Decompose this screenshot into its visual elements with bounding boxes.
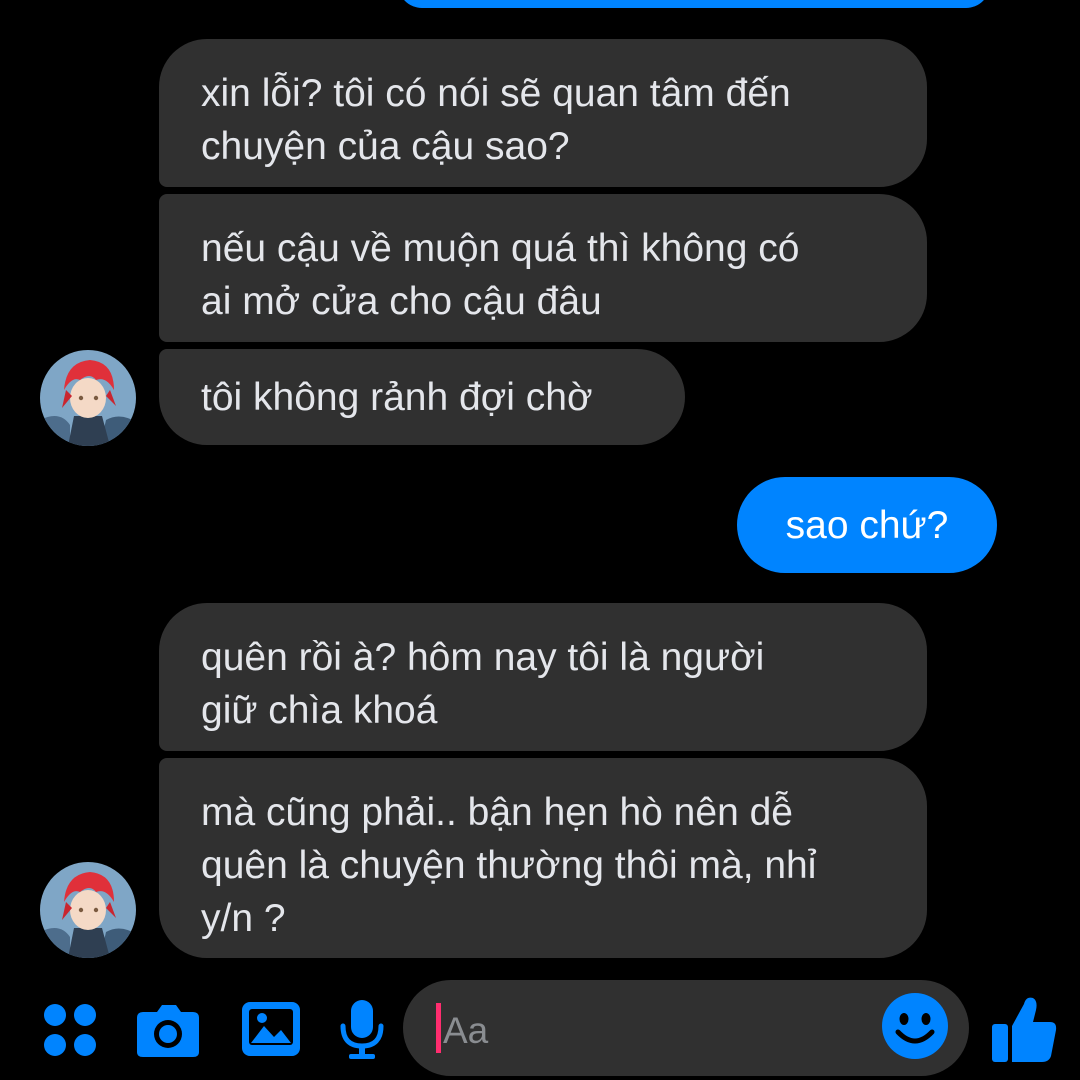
message-bubble[interactable]: quên rồi à? hôm nay tôi là người giữ chì… <box>159 603 927 751</box>
microphone-icon[interactable] <box>338 998 386 1060</box>
message-bubble[interactable]: mà cũng phải.. bận hẹn hò nên dễ quên là… <box>159 758 927 958</box>
message-input[interactable] <box>443 1006 863 1056</box>
message-input-container[interactable] <box>403 980 969 1076</box>
camera-icon[interactable] <box>135 1002 201 1058</box>
thumbs-up-icon[interactable] <box>990 994 1058 1064</box>
image-icon[interactable] <box>240 1000 302 1058</box>
sent-message-bubble[interactable]: sao chứ? <box>737 477 997 573</box>
contact-avatar[interactable] <box>40 862 136 958</box>
message-bubble[interactable]: nếu cậu về muộn quá thì không có ai mở c… <box>159 194 927 342</box>
previous-sent-message-bubble <box>398 0 990 8</box>
message-composer <box>0 970 1080 1080</box>
message-bubble[interactable]: xin lỗi? tôi có nói sẽ quan tâm đến chuy… <box>159 39 927 187</box>
emoji-icon[interactable] <box>881 992 949 1060</box>
message-bubble[interactable]: tôi không rảnh đợi chờ <box>159 349 685 445</box>
apps-grid-icon[interactable] <box>40 1000 100 1060</box>
text-caret <box>436 1003 441 1053</box>
contact-avatar[interactable] <box>40 350 136 446</box>
